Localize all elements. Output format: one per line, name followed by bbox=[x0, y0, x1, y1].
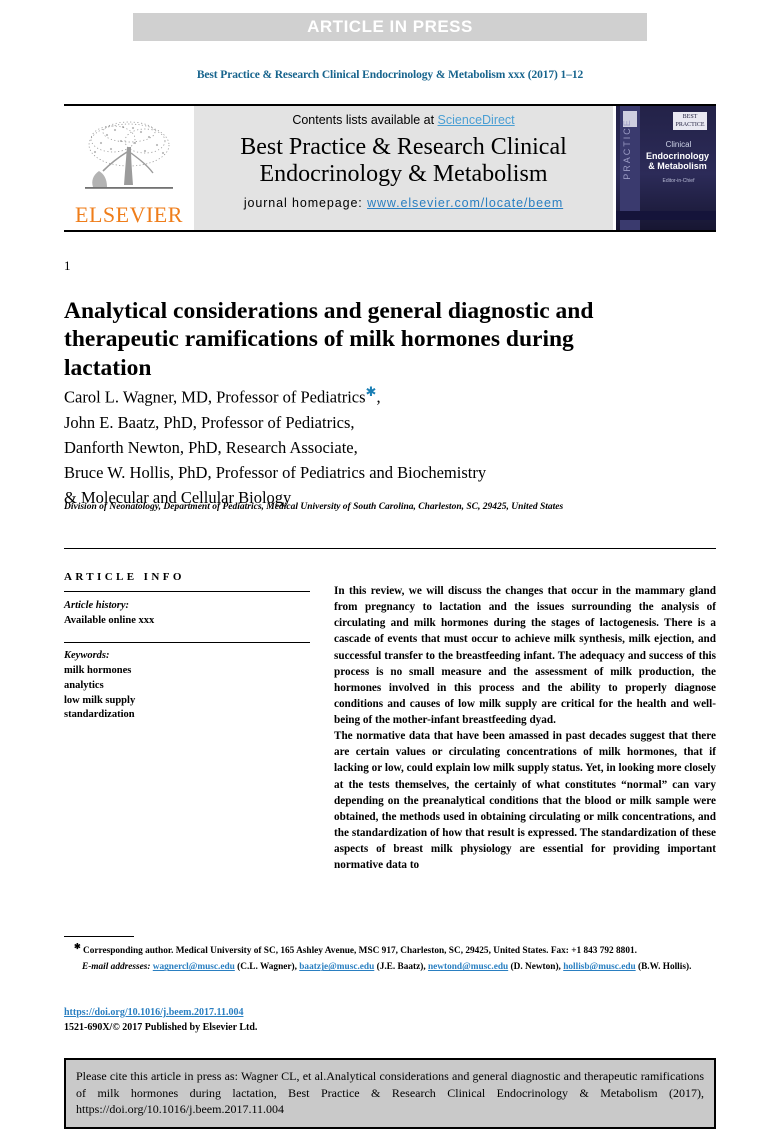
paper-page: ARTICLE IN PRESS Best Practice & Researc… bbox=[0, 0, 780, 1134]
article-history-label: Article history: bbox=[64, 600, 130, 611]
email-addresses-note: E-mail addresses: wagnercl@musc.edu (C.L… bbox=[82, 962, 692, 973]
article-title: Analytical considerations and general di… bbox=[64, 297, 594, 382]
article-info-heading: ARTICLE INFO bbox=[64, 571, 185, 583]
running-head: Best Practice & Research Clinical Endocr… bbox=[196, 69, 584, 81]
abstract-section: In this review, we will discuss the chan… bbox=[334, 583, 716, 873]
cover-subtitle: Editor-in-Chief bbox=[662, 178, 695, 184]
keywords-divider bbox=[64, 641, 310, 643]
keyword-item: low milk supply bbox=[64, 694, 136, 706]
cover-badge-line1: BEST bbox=[682, 114, 698, 120]
author-list: Carol L. Wagner, MD, Professor of Pediat… bbox=[64, 382, 664, 510]
author-affiliation: Division of Neonatology, Department of P… bbox=[64, 502, 564, 512]
elsevier-tree-icon bbox=[85, 121, 173, 189]
journal-homepage-link[interactable]: www.elsevier.com/locate/beem bbox=[367, 196, 563, 210]
author-line: John E. Baatz, PhD, Professor of Pediatr… bbox=[64, 412, 355, 432]
footnote-block: ✱ Corresponding author. Medical Universi… bbox=[64, 941, 716, 975]
email-addresses-label: E-mail addresses: bbox=[82, 962, 151, 973]
elsevier-logo: ELSEVIER bbox=[64, 106, 194, 230]
journal-homepage-line: journal homepage: www.elsevier.com/locat… bbox=[244, 196, 563, 210]
doi-copyright-block: https://doi.org/10.1016/j.beem.2017.11.0… bbox=[64, 1005, 464, 1035]
corresponding-author-marker: ✱ bbox=[365, 384, 377, 399]
article-history-value: Available online xxx bbox=[64, 614, 155, 626]
cover-title-block: Endocrinology & Metabolism bbox=[642, 151, 713, 171]
journal-masthead: ELSEVIER Contents lists available at Sci… bbox=[64, 104, 716, 232]
footnote-divider bbox=[64, 936, 134, 937]
article-in-press-banner: ARTICLE IN PRESS bbox=[133, 13, 647, 41]
email-owner: (J.E. Baatz) bbox=[376, 962, 424, 973]
author-name: Carol L. Wagner, MD, Professor of Pediat… bbox=[64, 387, 366, 407]
corresponding-author-star-icon: ✱ bbox=[74, 942, 81, 951]
section-divider bbox=[64, 548, 716, 549]
cover-title-line3: & Metabolism bbox=[648, 161, 707, 171]
email-link[interactable]: hollisb@musc.edu bbox=[563, 962, 635, 972]
corresponding-author-note: ✱ Corresponding author. Medical Universi… bbox=[64, 941, 716, 958]
cover-badge: BEST PRACTICE bbox=[673, 112, 707, 130]
author-line: Danforth Newton, PhD, Research Associate… bbox=[64, 437, 358, 457]
corresponding-author-text: Corresponding author. Medical University… bbox=[83, 946, 637, 957]
keyword-item: milk hormones bbox=[64, 664, 132, 676]
contents-prefix-label: Contents lists available at bbox=[292, 113, 438, 127]
email-link[interactable]: newtond@musc.edu bbox=[428, 962, 508, 972]
author-trailing: , bbox=[376, 387, 381, 407]
cover-spine-text: PRACTICE bbox=[622, 118, 632, 180]
journal-title-line1: Best Practice & Research Clinical bbox=[240, 134, 567, 160]
page-number: 1 bbox=[64, 258, 71, 273]
abstract-paragraph: The normative data that have been amasse… bbox=[334, 730, 716, 872]
cover-title-line2: Endocrinology bbox=[646, 151, 709, 161]
abstract-paragraph: In this review, we will discuss the chan… bbox=[334, 585, 716, 726]
doi-link[interactable]: https://doi.org/10.1016/j.beem.2017.11.0… bbox=[64, 1007, 243, 1018]
citation-notice-text: Please cite this article in press as: Wa… bbox=[76, 1069, 704, 1117]
contents-available-line: Contents lists available at ScienceDirec… bbox=[292, 113, 514, 127]
journal-homepage-label: journal homepage: bbox=[243, 196, 368, 211]
author-line: Carol L. Wagner, MD, Professor of Pediat… bbox=[64, 382, 664, 410]
article-info-divider bbox=[64, 591, 310, 592]
cover-badge-line2: PRACTICE bbox=[675, 122, 705, 128]
email-owner: (B.W. Hollis) bbox=[638, 962, 690, 973]
cover-bottom-bar bbox=[616, 211, 716, 220]
sciencedirect-panel: Contents lists available at ScienceDirec… bbox=[194, 106, 613, 230]
citation-notice-box: Please cite this article in press as: Wa… bbox=[64, 1058, 716, 1129]
author-line: Bruce W. Hollis, PhD, Professor of Pedia… bbox=[64, 462, 487, 482]
cover-title-line1: Clinical bbox=[665, 140, 692, 149]
email-owner: (D. Newton) bbox=[510, 962, 559, 973]
journal-title: Best Practice & Research Clinical Endocr… bbox=[240, 134, 567, 188]
copyright-line: 1521-690X/© 2017 Published by Elsevier L… bbox=[64, 1022, 258, 1033]
keyword-item: standardization bbox=[64, 709, 135, 721]
journal-title-line2: Endocrinology & Metabolism bbox=[259, 161, 548, 188]
journal-cover-thumbnail: PRACTICE BEST PRACTICE Clinical Endocrin… bbox=[613, 106, 716, 230]
keywords-label: Keywords: bbox=[64, 649, 110, 661]
keyword-item: analytics bbox=[64, 679, 104, 691]
article-in-press-label: ARTICLE IN PRESS bbox=[307, 17, 473, 36]
email-link[interactable]: baatzje@musc.edu bbox=[299, 962, 374, 972]
keyword-list: milk hormones analytics low milk supply … bbox=[64, 664, 310, 724]
elsevier-wordmark: ELSEVIER bbox=[75, 202, 183, 227]
email-link[interactable]: wagnercl@musc.edu bbox=[153, 962, 235, 972]
article-info-column: ARTICLE INFO Article history: Available … bbox=[64, 571, 310, 723]
email-owner: (C.L. Wagner) bbox=[237, 962, 295, 973]
sciencedirect-link[interactable]: ScienceDirect bbox=[438, 113, 515, 127]
